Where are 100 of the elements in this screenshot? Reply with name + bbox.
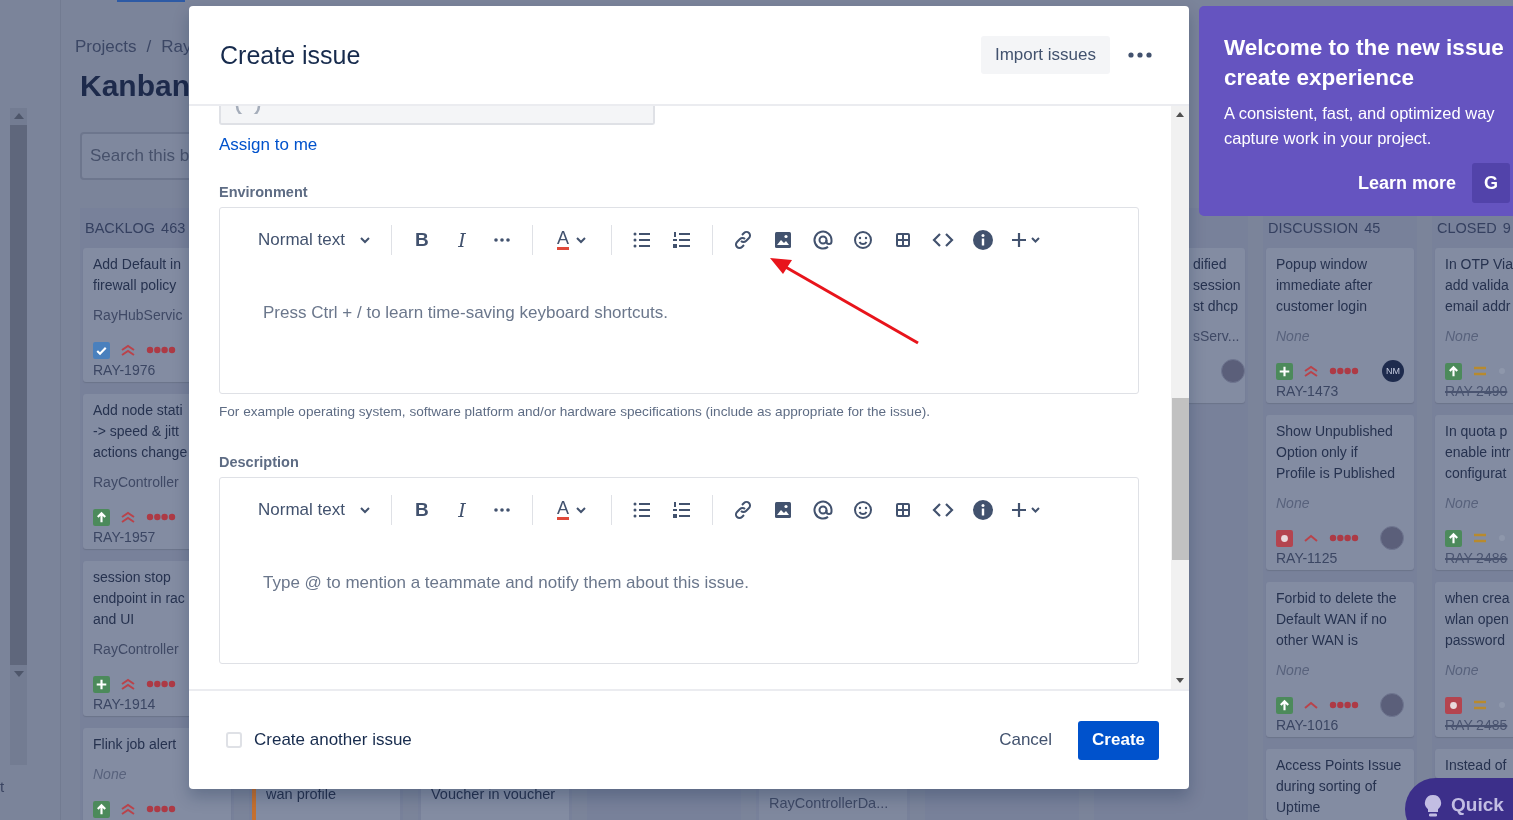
issue-key: RAY-1125 — [1276, 548, 1404, 568]
card-title: Instead of — [1445, 756, 1507, 775]
issue-key: RAY-1976 — [93, 360, 221, 380]
text-color-button[interactable]: A — [546, 223, 597, 256]
dots-icon — [146, 805, 176, 813]
scroll-down-icon[interactable] — [1176, 678, 1184, 683]
scroll-up-icon[interactable] — [1176, 112, 1184, 117]
learn-more-button[interactable]: Learn more — [1346, 163, 1469, 203]
chevron-down-icon — [358, 235, 371, 244]
plus-icon — [93, 675, 110, 693]
user-avatar — [1380, 526, 1404, 550]
priority-highest-icon — [120, 677, 136, 691]
issue-key: RAY-1016 — [1276, 715, 1404, 735]
card-title: session stop endpoint in rac and UI — [93, 568, 185, 629]
italic-button[interactable]: I — [445, 493, 478, 526]
card-title: Access Points Issue during sorting of Uptime — [1276, 756, 1402, 817]
popup-button[interactable]: G — [1472, 163, 1511, 203]
card-component: RayController — [93, 473, 180, 492]
arrow-up-icon — [93, 508, 110, 526]
priority-high-icon — [1303, 700, 1319, 710]
bug-icon — [1276, 529, 1293, 547]
issue-card[interactable]: Instead of — [1435, 749, 1513, 778]
priority-high-icon — [1303, 533, 1319, 543]
dots-icon — [146, 513, 176, 521]
chevron-down-icon — [574, 505, 587, 514]
scrollbar-thumb[interactable] — [10, 125, 27, 665]
rich-text-editor[interactable]: Normal text B I A Type @ to mention a teammate and notify them about this issue. — [219, 477, 1139, 664]
priority-medium-icon — [1472, 532, 1488, 544]
dots-icon — [146, 680, 176, 688]
text-style-dropdown[interactable]: Normal text — [252, 223, 377, 256]
arrow-up-icon — [1276, 696, 1293, 714]
create-button[interactable]: Create — [1078, 720, 1159, 760]
card-component: RayControllerDa... — [769, 795, 889, 811]
select-field[interactable] — [219, 106, 655, 125]
dots-icon — [1329, 367, 1359, 375]
issue-card[interactable]: Access Points Issue during sorting of Uptime — [1266, 749, 1414, 820]
field-label: Environment — [219, 183, 309, 202]
text-color-button[interactable]: A — [546, 493, 597, 526]
column-title: BACKLOG — [85, 220, 156, 236]
checkbox[interactable] — [226, 732, 242, 748]
bug-icon — [1445, 696, 1462, 714]
column-count: 463 — [161, 220, 186, 236]
column-title: DISCUSSION — [1268, 220, 1359, 236]
card-component: RayController — [93, 640, 180, 659]
popup-title: Welcome to the new issue create experience — [1224, 34, 1505, 92]
bold-button[interactable]: B — [405, 223, 438, 256]
priority-highest-icon — [120, 510, 136, 524]
dots-icon — [1329, 534, 1359, 542]
arrow-up-icon — [1445, 529, 1462, 547]
assign-to-me-link[interactable]: Assign to me — [219, 135, 318, 155]
editor-placeholder: Type @ to mention a teammate and notify them about this issue. — [262, 572, 750, 594]
card-title: Popup window immediate after customer login — [1276, 255, 1373, 316]
scrollbar-thumb[interactable] — [1171, 398, 1189, 560]
board-title: Kanban — [80, 68, 190, 104]
priority-highest-icon — [120, 802, 136, 816]
quickstart-button[interactable]: Quick — [1405, 778, 1513, 820]
more-icon[interactable] — [1128, 52, 1152, 58]
issue-key: RAY-2485 — [1445, 715, 1513, 735]
card-title: In quota p enable intr configurat — [1445, 422, 1511, 483]
issue-key: RAY-1957 — [93, 527, 221, 547]
card-title: Voucher in voucher — [431, 786, 556, 802]
card-title: Flink job alert — [93, 735, 177, 754]
user-avatar: NM — [1382, 360, 1404, 382]
cancel-button[interactable]: Cancel — [987, 722, 1065, 758]
arrow-up-icon — [93, 800, 110, 818]
card-title: dified session st dhcp — [1193, 255, 1241, 316]
editor-placeholder: Press Ctrl + / to learn time-saving keyboard shortcuts. — [262, 302, 669, 324]
card-title: In OTP Via add valida email addr — [1445, 255, 1513, 316]
priority-medium-icon — [1472, 699, 1488, 711]
card-title: Forbid to delete the Default WAN if no other WAN is — [1276, 589, 1397, 650]
issue-key: RAY-2486 — [1445, 548, 1513, 568]
checkbox-label[interactable]: Create another issue — [254, 730, 988, 750]
user-avatar — [1380, 693, 1404, 717]
popup-text: A consistent, fast, and optimized way capture work in your project. — [1224, 103, 1496, 149]
card-component: sServ... — [1193, 327, 1241, 346]
column-title: CLOSED — [1437, 220, 1497, 236]
italic-button[interactable]: I — [445, 223, 478, 256]
issue-key: RAY-2490 — [1445, 381, 1513, 401]
card-title: Add node stati -> speed & jitt actions change — [93, 401, 188, 462]
issue-key: RAY-1914 — [93, 694, 221, 714]
dots-icon — [1329, 701, 1359, 709]
priority-highest-icon — [1303, 364, 1319, 378]
arrow-up-icon — [1445, 362, 1462, 380]
card-title: when crea wlan open password — [1445, 589, 1510, 650]
dots-icon — [146, 346, 176, 354]
issue-key: RAY-1473 — [1276, 381, 1404, 401]
column-count: 9 — [1502, 220, 1511, 236]
lightbulb-icon — [1423, 794, 1443, 818]
priority-medium-icon — [1472, 365, 1488, 377]
chevron-down-icon — [358, 505, 371, 514]
import-issues-button[interactable]: Import issues — [980, 36, 1110, 74]
bold-button[interactable]: B — [405, 493, 438, 526]
card-title: Show Unpublished Option only if Profile is Published — [1276, 422, 1396, 483]
user-avatar — [1221, 359, 1245, 383]
chevron-down-icon — [574, 235, 587, 244]
priority-highest-icon — [120, 343, 136, 357]
rich-text-editor[interactable]: Normal text B I A Press Ctrl + / to learn time-saving keyboard shortcuts. — [219, 207, 1139, 394]
tab-indicator — [117, 0, 185, 2]
text-style-dropdown[interactable]: Normal text — [252, 493, 377, 526]
plus-icon — [1276, 362, 1293, 380]
